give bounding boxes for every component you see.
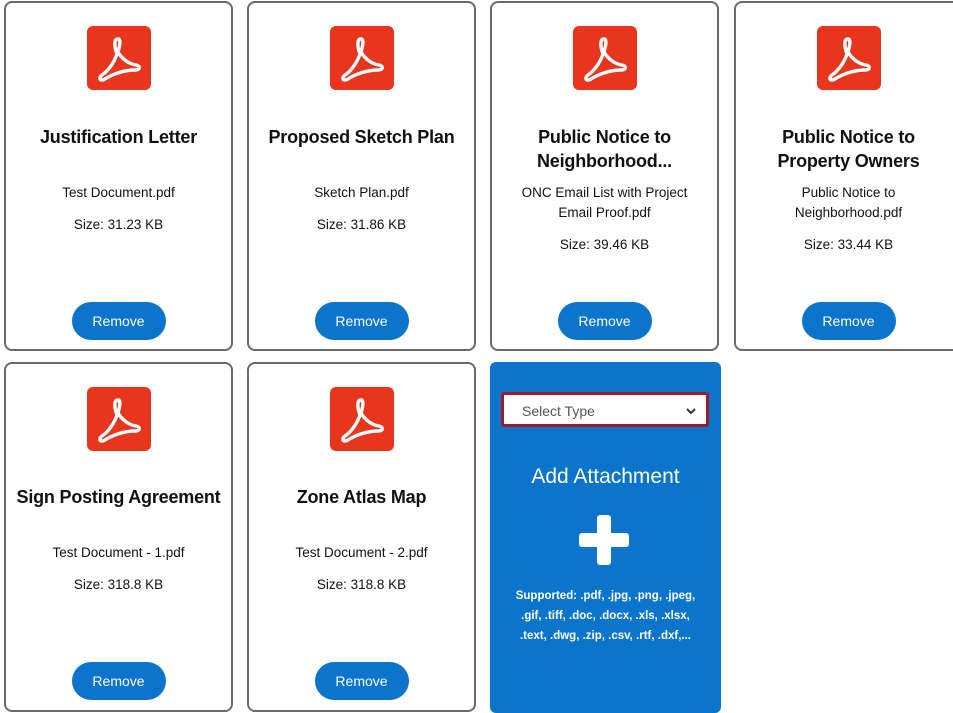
pdf-icon (86, 387, 151, 451)
file-size: Size: 318.8 KB (316, 577, 407, 592)
supported-line: .gif, .tiff, .doc, .docx, .xls, .xlsx, (521, 610, 690, 622)
attachment-type-select[interactable]: Select Type (501, 392, 709, 427)
supported-line: Supported: .pdf, .jpg, .png, .jpeg, (515, 590, 696, 602)
supported-formats: Supported: .pdf, .jpg, .png, .jpeg, .gif… (502, 586, 709, 646)
remove-button[interactable]: Remove (71, 662, 166, 700)
remove-button[interactable]: Remove (314, 662, 409, 700)
file-name: Public Notice to Neighborhood.pdf (746, 183, 951, 223)
file-size: Size: 318.8 KB (73, 577, 164, 592)
file-size: Size: 31.23 KB (73, 217, 164, 232)
remove-button[interactable]: Remove (801, 302, 896, 340)
card-title: Zone Atlas Map (296, 487, 427, 507)
pdf-icon (816, 26, 881, 90)
card-title-line: Public Notice to (782, 127, 915, 147)
card-title: Public Notice to Neighborhood... (498, 125, 711, 173)
file-size: Size: 39.46 KB (559, 237, 650, 252)
file-size: Size: 33.44 KB (803, 237, 894, 252)
add-attachment-title: Add Attachment (531, 465, 680, 488)
supported-line: .text, .dwg, .zip, .csv, .rtf, .dxf,... (519, 630, 692, 642)
attachment-card-zone-atlas-map: Zone Atlas Map Test Document - 2.pdf Siz… (247, 362, 476, 712)
chevron-down-icon (685, 404, 697, 422)
pdf-icon (86, 26, 151, 90)
attachment-card-sign-posting-agreement: Sign Posting Agreement Test Document - 1… (4, 362, 233, 712)
card-title: Justification Letter (39, 127, 198, 147)
pdf-icon (572, 26, 637, 90)
pdf-icon (329, 387, 394, 451)
attachment-card-public-notice-property-owners: Public Notice to Property Owners Public … (734, 1, 953, 351)
card-title-line: Public Notice to (538, 127, 671, 147)
file-name: Test Document - 2.pdf (295, 545, 428, 560)
card-title: Proposed Sketch Plan (268, 127, 455, 147)
card-title-line: Property Owners (777, 151, 920, 171)
plus-icon[interactable] (579, 515, 629, 570)
card-title-line: Neighborhood... (537, 151, 672, 171)
file-name: ONC Email List with Project Email Proof.… (502, 183, 707, 223)
pdf-icon (329, 26, 394, 90)
file-name-line: Email Proof.pdf (558, 205, 651, 220)
card-title: Sign Posting Agreement (16, 487, 221, 507)
card-title: Public Notice to Property Owners (742, 125, 953, 173)
file-name-line: Neighborhood.pdf (794, 205, 903, 220)
file-name-line: ONC Email List with Project (521, 185, 688, 200)
remove-button[interactable]: Remove (71, 302, 166, 340)
attachment-card-proposed-sketch-plan: Proposed Sketch Plan Sketch Plan.pdf Siz… (247, 1, 476, 351)
attachment-card-public-notice-neighborhood: Public Notice to Neighborhood... ONC Ema… (490, 1, 719, 351)
select-value: Select Type (522, 403, 595, 419)
file-name: Sketch Plan.pdf (314, 185, 409, 200)
remove-button[interactable]: Remove (557, 302, 652, 340)
file-name: Test Document - 1.pdf (52, 545, 185, 560)
attachment-card-justification-letter: Justification Letter Test Document.pdf S… (4, 1, 233, 351)
file-size: Size: 31.86 KB (316, 217, 407, 232)
file-name-line: Public Notice to (801, 185, 896, 200)
file-name: Test Document.pdf (62, 185, 175, 200)
remove-button[interactable]: Remove (314, 302, 409, 340)
add-attachment-card[interactable]: Select Type Add Attachment Supported: .p… (490, 362, 721, 713)
